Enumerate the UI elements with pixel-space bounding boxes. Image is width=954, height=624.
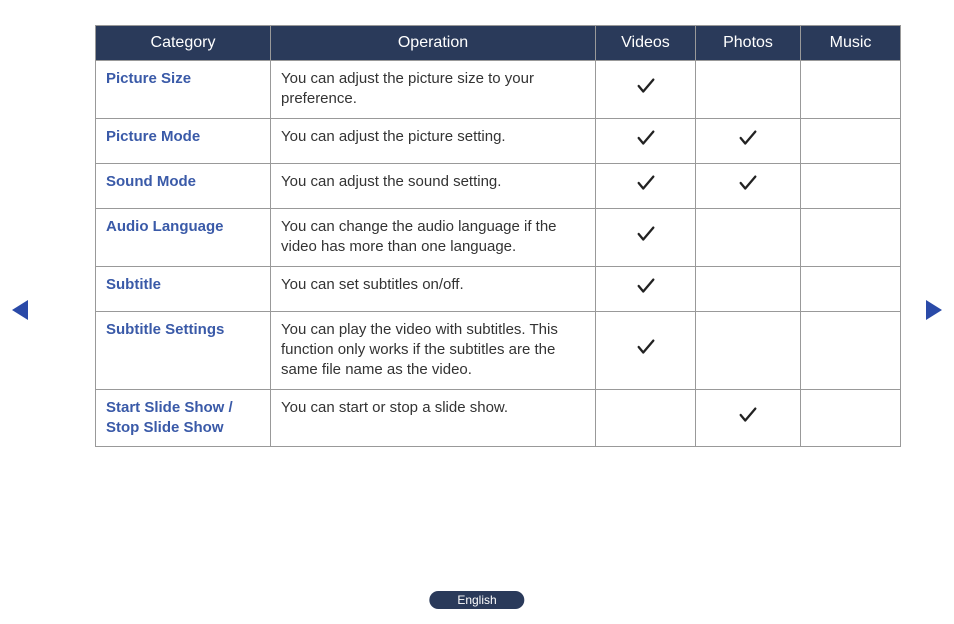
- table-row: Picture SizeYou can adjust the picture s…: [96, 61, 901, 119]
- row-photos-cell: [696, 266, 801, 311]
- table-header-row: Category Operation Videos Photos Music: [96, 26, 901, 61]
- row-category: Picture Size: [96, 61, 271, 119]
- row-music-cell: [801, 389, 901, 447]
- check-icon: [635, 223, 657, 251]
- row-category: Picture Mode: [96, 118, 271, 163]
- table-row: Picture ModeYou can adjust the picture s…: [96, 118, 901, 163]
- options-table: Category Operation Videos Photos Music P…: [95, 25, 901, 447]
- table-row: Sound ModeYou can adjust the sound setti…: [96, 163, 901, 208]
- row-videos-cell: [596, 389, 696, 447]
- row-photos-cell: [696, 209, 801, 267]
- language-badge[interactable]: English: [429, 591, 524, 609]
- row-operation: You can set subtitles on/off.: [271, 266, 596, 311]
- row-videos-cell: [596, 311, 696, 389]
- check-icon: [635, 275, 657, 303]
- row-operation: You can adjust the picture setting.: [271, 118, 596, 163]
- row-photos-cell: [696, 311, 801, 389]
- check-icon: [737, 404, 759, 432]
- row-photos-cell: [696, 163, 801, 208]
- row-music-cell: [801, 311, 901, 389]
- check-icon: [635, 127, 657, 155]
- row-music-cell: [801, 118, 901, 163]
- prev-page-button[interactable]: [12, 300, 28, 320]
- row-videos-cell: [596, 163, 696, 208]
- header-videos: Videos: [596, 26, 696, 61]
- table-row: Subtitle SettingsYou can play the video …: [96, 311, 901, 389]
- check-icon: [635, 336, 657, 364]
- table-row: SubtitleYou can set subtitles on/off.: [96, 266, 901, 311]
- arrow-right-icon: [926, 300, 942, 320]
- header-operation: Operation: [271, 26, 596, 61]
- row-operation: You can play the video with subtitles. T…: [271, 311, 596, 389]
- row-category: Subtitle Settings: [96, 311, 271, 389]
- row-videos-cell: [596, 209, 696, 267]
- check-icon: [635, 172, 657, 200]
- check-icon: [635, 75, 657, 103]
- row-operation: You can adjust the picture size to your …: [271, 61, 596, 119]
- row-music-cell: [801, 61, 901, 119]
- header-music: Music: [801, 26, 901, 61]
- row-operation: You can change the audio language if the…: [271, 209, 596, 267]
- check-icon: [737, 172, 759, 200]
- row-operation: You can adjust the sound setting.: [271, 163, 596, 208]
- row-photos-cell: [696, 389, 801, 447]
- row-videos-cell: [596, 118, 696, 163]
- arrow-left-icon: [12, 300, 28, 320]
- row-photos-cell: [696, 118, 801, 163]
- options-table-container: Category Operation Videos Photos Music P…: [95, 25, 900, 447]
- table-row: Audio LanguageYou can change the audio l…: [96, 209, 901, 267]
- row-category: Start Slide Show / Stop Slide Show: [96, 389, 271, 447]
- row-videos-cell: [596, 61, 696, 119]
- row-music-cell: [801, 266, 901, 311]
- check-icon: [737, 127, 759, 155]
- next-page-button[interactable]: [926, 300, 942, 320]
- table-row: Start Slide Show / Stop Slide ShowYou ca…: [96, 389, 901, 447]
- header-category: Category: [96, 26, 271, 61]
- row-photos-cell: [696, 61, 801, 119]
- row-music-cell: [801, 209, 901, 267]
- header-photos: Photos: [696, 26, 801, 61]
- row-category: Sound Mode: [96, 163, 271, 208]
- row-videos-cell: [596, 266, 696, 311]
- row-category: Subtitle: [96, 266, 271, 311]
- row-category: Audio Language: [96, 209, 271, 267]
- row-operation: You can start or stop a slide show.: [271, 389, 596, 447]
- row-music-cell: [801, 163, 901, 208]
